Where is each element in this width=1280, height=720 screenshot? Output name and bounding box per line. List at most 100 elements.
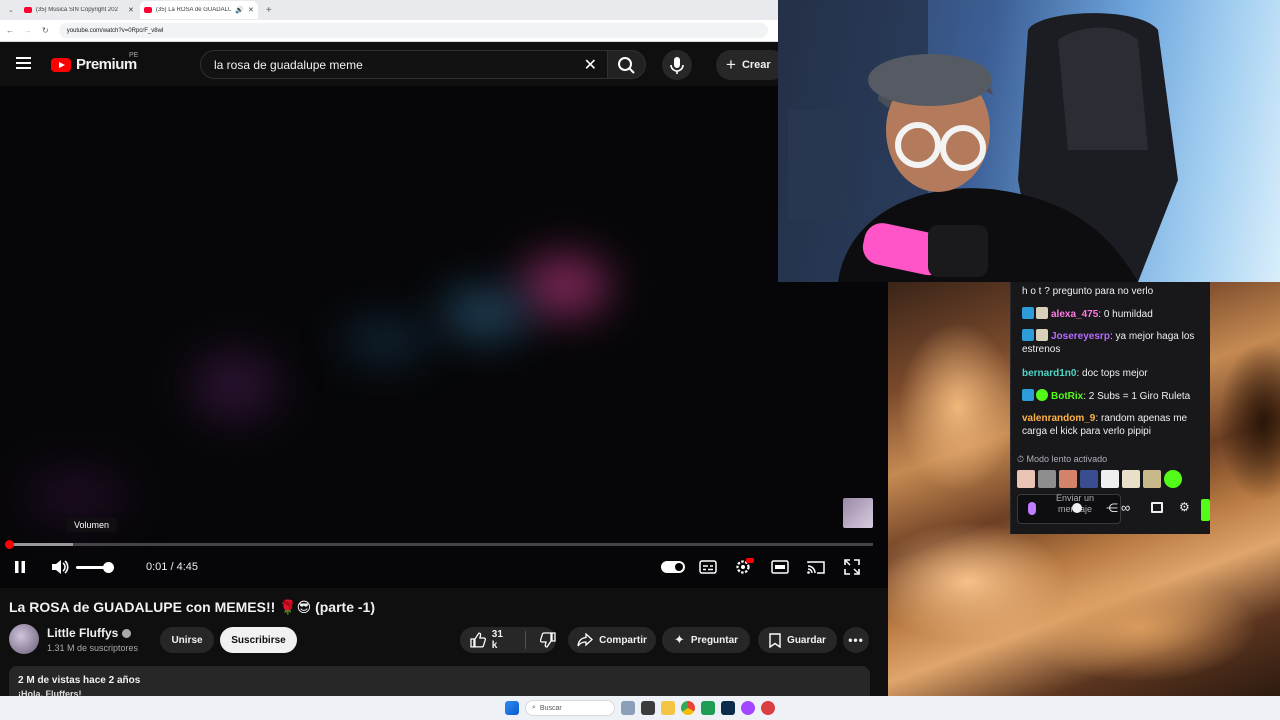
- voice-search-button[interactable]: [662, 50, 692, 80]
- menu-icon[interactable]: [16, 57, 31, 69]
- clear-search-icon[interactable]: ✕: [584, 55, 597, 75]
- chat-username[interactable]: valenrandom_9: [1022, 413, 1095, 424]
- search-input[interactable]: la rosa de guadalupe meme ✕: [200, 50, 608, 79]
- share-button[interactable]: Compartir: [568, 627, 656, 653]
- progress-bar[interactable]: [4, 540, 873, 549]
- plus-icon: +: [726, 55, 736, 74]
- slow-mode-notice: ⏱ Modo lento activado: [1017, 454, 1107, 465]
- subtitles-icon: [699, 560, 717, 574]
- channel-name[interactable]: Little Fluffys: [47, 626, 132, 640]
- ask-button[interactable]: ✦ Preguntar: [662, 627, 750, 653]
- cast-button[interactable]: [806, 558, 826, 576]
- browser-tab[interactable]: (35) Música SIN Copyright 202 ✕: [20, 1, 138, 19]
- emoji-icon[interactable]: [1072, 503, 1082, 513]
- widgets-icon[interactable]: [621, 701, 635, 715]
- chat-mic-icon[interactable]: [1028, 502, 1036, 515]
- youtube-favicon-icon: [23, 7, 32, 13]
- description-box[interactable]: 2 M de vistas hace 2 años ¡Hola, Fluffer…: [9, 666, 870, 699]
- viewer-avatar[interactable]: [1122, 470, 1140, 488]
- pause-button[interactable]: [10, 558, 30, 576]
- chrome-icon[interactable]: [681, 701, 695, 715]
- video-title: La ROSA de GUADALUPE con MEMES!! 🌹😎 (par…: [9, 599, 375, 615]
- youtube-header: Premium PE la rosa de guadalupe meme ✕ +…: [0, 42, 786, 86]
- chat-username[interactable]: alexa_475: [1051, 309, 1098, 320]
- viewer-avatar[interactable]: [1164, 470, 1182, 488]
- channel-avatar[interactable]: [9, 624, 39, 654]
- more-actions-button[interactable]: •••: [843, 627, 869, 653]
- forward-icon[interactable]: →: [24, 26, 32, 35]
- chat-username[interactable]: bernard1n0: [1022, 368, 1076, 379]
- autoplay-toggle[interactable]: [661, 561, 685, 573]
- new-tab-button[interactable]: +: [266, 5, 272, 16]
- thumbs-up-icon: [470, 632, 486, 648]
- like-button[interactable]: 31 k: [470, 629, 511, 651]
- photoshop-icon[interactable]: [721, 701, 735, 715]
- share-icon[interactable]: ⋲: [1106, 501, 1118, 515]
- audio-playing-icon[interactable]: 🔊: [235, 6, 244, 14]
- viewer-avatar[interactable]: [1059, 470, 1077, 488]
- chat-message-text: doc tops mejor: [1082, 368, 1148, 379]
- send-button[interactable]: [1201, 499, 1210, 521]
- viewer-avatar[interactable]: [1143, 470, 1161, 488]
- back-icon[interactable]: ←: [6, 26, 14, 35]
- browser-tab-active[interactable]: (35) La ROSA de GUADALUP 🔊 ✕: [139, 1, 258, 19]
- reload-icon[interactable]: ↻: [42, 26, 49, 35]
- miniplayer-button[interactable]: [770, 558, 790, 576]
- chat-message: bernard1n0: doc tops mejor: [1022, 368, 1148, 379]
- mute-button[interactable]: [50, 558, 70, 576]
- search-button[interactable]: [608, 50, 646, 79]
- taskbar-search[interactable]: ⌕ Buscar: [525, 700, 615, 716]
- bookmark-icon: [769, 632, 781, 648]
- rock-shadow: [1218, 342, 1280, 502]
- dislike-button[interactable]: [540, 632, 556, 648]
- chat-message-text: 0 humildad: [1103, 309, 1153, 320]
- create-button[interactable]: + Crear: [716, 50, 786, 80]
- video-player[interactable]: Volumen 0:01 / 4:45: [0, 86, 888, 588]
- like-divider: [525, 631, 526, 649]
- viewer-avatar[interactable]: [1101, 470, 1119, 488]
- settings-button[interactable]: [734, 558, 754, 576]
- viewer-avatars: [1017, 470, 1182, 488]
- youtube-favicon-icon: [143, 7, 152, 13]
- close-tab-icon[interactable]: ✕: [248, 6, 254, 14]
- taskbar-search-label: Buscar: [539, 704, 562, 712]
- file-explorer-icon[interactable]: [661, 701, 675, 715]
- edge-icon[interactable]: [701, 701, 715, 715]
- youtube-premium-logo[interactable]: Premium PE: [51, 52, 138, 73]
- viewer-avatar[interactable]: [1080, 470, 1098, 488]
- subscribe-button[interactable]: Suscribirse: [220, 627, 297, 653]
- windows-start-icon[interactable]: [505, 701, 519, 715]
- close-tab-icon[interactable]: ✕: [128, 6, 134, 14]
- volume-tooltip: Volumen: [66, 518, 118, 532]
- video-frame-glow: [20, 466, 130, 526]
- chat-message: Josereyesrp: ya mejor haga los estrenos: [1022, 329, 1195, 355]
- task-view-icon[interactable]: [641, 701, 655, 715]
- fullscreen-button[interactable]: [842, 558, 862, 576]
- gear-icon[interactable]: ⚙: [1179, 500, 1190, 514]
- viewer-avatar[interactable]: [1017, 470, 1035, 488]
- subtitles-button[interactable]: [698, 558, 718, 576]
- youtube-play-icon: [51, 57, 71, 72]
- tab-list-icon[interactable]: ⌄: [8, 6, 14, 14]
- store-icon[interactable]: [1151, 502, 1163, 513]
- join-button[interactable]: Unirse: [160, 627, 214, 653]
- ask-label: Preguntar: [690, 634, 739, 646]
- slow-mode-text: Modo lento activado: [1026, 454, 1108, 464]
- messenger-icon[interactable]: [741, 701, 755, 715]
- viewer-avatar[interactable]: [1038, 470, 1056, 488]
- chat-username[interactable]: Josereyesrp: [1051, 331, 1110, 342]
- save-button[interactable]: Guardar: [758, 627, 837, 653]
- channel-watermark[interactable]: [843, 498, 873, 528]
- url-field[interactable]: youtube.com/watch?v=0RpcrF_v8wI: [58, 23, 768, 38]
- progress-buffered: [8, 543, 73, 546]
- infinity-icon[interactable]: ∞: [1121, 500, 1130, 515]
- volume-slider-knob[interactable]: [103, 562, 114, 573]
- video-frame-glow: [190, 351, 280, 421]
- chat-username[interactable]: BotRix: [1051, 391, 1083, 402]
- progress-scrubber[interactable]: [4, 540, 14, 549]
- url-text: youtube.com/watch?v=0RpcrF_v8wI: [66, 27, 164, 34]
- webcam-scene: [778, 0, 1178, 282]
- browser-tab-bar: ⌄ (35) Música SIN Copyright 202 ✕ (35) L…: [0, 0, 778, 20]
- more-icon: •••: [848, 633, 864, 647]
- obs-icon[interactable]: [761, 701, 775, 715]
